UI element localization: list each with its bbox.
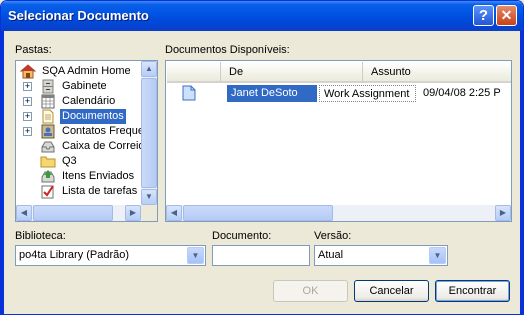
expand-icon[interactable]: + [23, 82, 32, 91]
scroll-thumb[interactable] [141, 78, 157, 188]
version-value: Atual [318, 249, 344, 261]
cabinet-icon [42, 79, 54, 94]
chevron-down-icon[interactable]: ▼ [429, 247, 446, 264]
window-border-left [1, 31, 4, 314]
mailbox-icon [41, 141, 55, 153]
column-header-icon[interactable] [167, 62, 221, 83]
library-select[interactable]: po4ta Library (Padrão) ▼ [15, 245, 206, 266]
scroll-up-icon[interactable]: ▲ [141, 61, 157, 77]
folder-icon [40, 156, 56, 168]
scroll-right-icon[interactable]: ▶ [125, 205, 141, 221]
scroll-left-icon[interactable]: ◀ [166, 205, 182, 221]
library-label: Biblioteca: [15, 230, 66, 242]
tree-item-label: Q3 [62, 155, 77, 167]
cell-subject: Work Assignment [319, 85, 416, 102]
tree-item-label: SQA Admin Home [42, 65, 131, 77]
contacts-icon [41, 124, 55, 139]
list-horizontal-scrollbar[interactable]: ◀ ▶ [166, 205, 511, 221]
tree-item-label: Calendário [62, 95, 116, 107]
title-bar[interactable]: Selecionar Documento ? ✕ [1, 1, 523, 31]
scrollbar-corner [141, 205, 157, 221]
column-header-subject[interactable]: Assunto [363, 62, 511, 83]
find-button[interactable]: Encontrar [435, 280, 510, 302]
document-field[interactable] [212, 245, 310, 266]
scroll-thumb[interactable] [183, 205, 333, 221]
cancel-button[interactable]: Cancelar [354, 280, 429, 302]
tree-item-label: Lista de tarefas [62, 185, 138, 197]
tree-item-label: Itens Enviados [62, 170, 135, 182]
ok-button[interactable]: OK [273, 280, 348, 302]
scroll-left-icon[interactable]: ◀ [16, 205, 32, 221]
tree-item-label: Caixa de Correio [62, 140, 145, 152]
dialog-title: Selecionar Documento [8, 8, 149, 23]
chevron-down-icon[interactable]: ▼ [187, 247, 204, 264]
version-select[interactable]: Atual ▼ [314, 245, 448, 266]
scroll-right-icon[interactable]: ▶ [495, 205, 511, 221]
window-border-right [520, 31, 523, 314]
sent-items-icon [41, 170, 55, 183]
tree-vertical-scrollbar[interactable]: ▲ ▼ [141, 61, 157, 205]
cell-date: 09/04/08 2:25 P [423, 87, 501, 99]
document-icon [182, 85, 196, 101]
scroll-thumb[interactable] [33, 205, 113, 221]
expand-icon[interactable]: + [23, 127, 32, 136]
close-button[interactable]: ✕ [496, 5, 517, 26]
list-item[interactable]: Janet DeSoto Work Assignment 09/04/08 2:… [167, 85, 511, 102]
document-label: Documento: [212, 230, 272, 242]
tree-item-label: Gabinete [62, 80, 107, 92]
help-button[interactable]: ? [473, 5, 494, 26]
expand-icon[interactable]: + [23, 112, 32, 121]
expand-icon[interactable]: + [23, 97, 32, 106]
documents-icon [42, 109, 54, 124]
documents-list[interactable]: De Assunto Janet DeSoto Work Assignment … [165, 60, 512, 222]
cell-from: Janet DeSoto [227, 85, 317, 102]
checklist-icon [41, 185, 54, 199]
select-document-dialog: Selecionar Documento ? ✕ Pastas: SQA Adm… [0, 0, 524, 315]
library-value: po4ta Library (Padrão) [19, 249, 130, 261]
documents-label: Documentos Disponíveis: [165, 44, 290, 56]
home-icon [20, 64, 36, 79]
scroll-down-icon[interactable]: ▼ [141, 189, 157, 205]
folders-label: Pastas: [15, 44, 52, 56]
folder-tree[interactable]: SQA Admin Home + Gabinete + Calendário +… [15, 60, 158, 222]
calendar-icon [41, 94, 55, 109]
tree-item-label: Documentos [60, 109, 126, 124]
column-header-from[interactable]: De [221, 62, 363, 83]
tree-horizontal-scrollbar[interactable]: ◀ ▶ [16, 205, 141, 221]
version-label: Versão: [314, 230, 352, 242]
